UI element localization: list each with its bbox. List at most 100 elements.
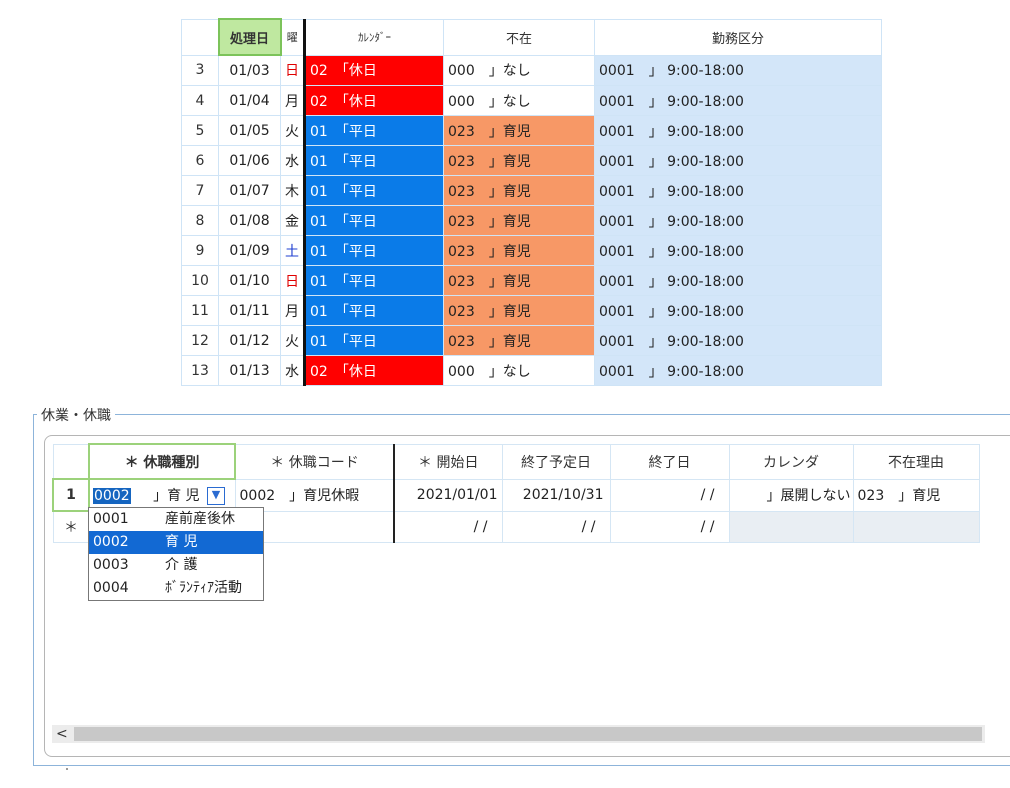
- scrollbar-thumb[interactable]: [74, 727, 982, 741]
- work-category-cell[interactable]: 0001 」 9:00-18:00: [594, 85, 882, 116]
- calendar-column-header[interactable]: カレンダ: [728, 443, 854, 480]
- end-date-column-header[interactable]: 終了日: [609, 443, 730, 480]
- work-category-cell[interactable]: 0001 」 9:00-18:00: [594, 325, 882, 356]
- calendar-cell[interactable]: 01 「平日: [303, 235, 444, 266]
- new-row-header[interactable]: ＊: [52, 510, 90, 543]
- calendar-cell[interactable]: 01 「平日: [303, 325, 444, 356]
- calendar-cell[interactable]: 01 「平日: [303, 295, 444, 326]
- process-date-cell[interactable]: 01/08: [218, 205, 281, 236]
- calendar-row[interactable]: 7 01/07 木 01 「平日 023 」育児 0001 」 9:00-18:00: [181, 175, 882, 206]
- date-column-header[interactable]: 処理日: [217, 18, 282, 56]
- work-category-cell[interactable]: 0001 」 9:00-18:00: [594, 295, 882, 326]
- process-date-cell[interactable]: 01/12: [218, 325, 281, 356]
- absence-cell[interactable]: 023 」育児: [443, 205, 595, 236]
- absence-cell[interactable]: 023 」育児: [443, 325, 595, 356]
- work-category-cell[interactable]: 0001 」 9:00-18:00: [594, 115, 882, 146]
- work-category-cell[interactable]: 0001 」 9:00-18:00: [594, 355, 882, 386]
- start-date-column-header[interactable]: ＊ 開始日: [393, 443, 503, 480]
- leave-type-code-selected[interactable]: 0002: [93, 488, 131, 505]
- weekday-cell[interactable]: 日: [280, 265, 305, 296]
- calendar-cell[interactable]: 01 「平日: [303, 265, 444, 296]
- calendar-row[interactable]: 4 01/04 月 02 「休日 000 」なし 0001 」 9:00-18:00: [181, 85, 882, 116]
- start-date-cell[interactable]: 2021/01/01: [393, 478, 503, 512]
- weekday-cell[interactable]: 水: [280, 145, 305, 176]
- leave-code-column-header[interactable]: ＊ 休職コード: [234, 443, 395, 480]
- process-date-cell[interactable]: 01/06: [218, 145, 281, 176]
- absence-cell[interactable]: 023 」育児: [443, 295, 595, 326]
- planned-end-date-cell[interactable]: 2021/10/31: [501, 478, 611, 512]
- weekday-cell[interactable]: 日: [280, 54, 305, 86]
- row-header-1[interactable]: 1: [52, 478, 90, 512]
- dropdown-option[interactable]: 0002 育 児: [89, 531, 263, 554]
- leave-type-dropdown-list[interactable]: 0001 産前産後休 0002 育 児 0003 介 護 0004 ﾎﾞﾗﾝﾃｨｱ活動: [88, 507, 264, 601]
- process-date-cell[interactable]: 01/10: [218, 265, 281, 296]
- calendar-row[interactable]: 13 01/13 水 02 「休日 000 」なし 0001 」 9:00-18:00: [181, 355, 882, 386]
- calendar-cell[interactable]: 02 「休日: [303, 85, 444, 116]
- planned-end-column-header[interactable]: 終了予定日: [501, 443, 611, 480]
- calendar-row[interactable]: 5 01/05 火 01 「平日 023 」育児 0001 」 9:00-18:00: [181, 115, 882, 146]
- calendar-cell[interactable]: 01 「平日: [303, 205, 444, 236]
- dropdown-option[interactable]: 0004 ﾎﾞﾗﾝﾃｨｱ活動: [89, 577, 263, 600]
- calendar-cell[interactable]: 01 「平日: [303, 175, 444, 206]
- process-date-cell[interactable]: 01/09: [218, 235, 281, 266]
- weekday-cell[interactable]: 月: [280, 295, 305, 326]
- process-date-cell[interactable]: 01/05: [218, 115, 281, 146]
- absence-column-header[interactable]: 不在: [443, 18, 595, 56]
- new-start-date-cell[interactable]: / /: [393, 510, 503, 543]
- process-date-cell[interactable]: 01/11: [218, 295, 281, 326]
- weekday-cell[interactable]: 水: [280, 355, 305, 386]
- calendar-row[interactable]: 10 01/10 日 01 「平日 023 」育児 0001 」 9:00-18:00: [181, 265, 882, 296]
- work-category-cell[interactable]: 0001 」 9:00-18:00: [594, 175, 882, 206]
- work-category-cell[interactable]: 0001 」 9:00-18:00: [594, 235, 882, 266]
- new-planned-end-cell[interactable]: / /: [501, 510, 611, 543]
- calendar-row[interactable]: 11 01/11 月 01 「平日 023 」育児 0001 」 9:00-18:00: [181, 295, 882, 326]
- weekday-cell[interactable]: 火: [280, 325, 305, 356]
- calendar-row[interactable]: 12 01/12 火 01 「平日 023 」育児 0001 」 9:00-18:00: [181, 325, 882, 356]
- work-category-cell[interactable]: 0001 」 9:00-18:00: [594, 265, 882, 296]
- new-reason-cell[interactable]: [852, 510, 980, 543]
- weekday-cell[interactable]: 木: [280, 175, 305, 206]
- calendar-cell[interactable]: 02 「休日: [303, 54, 444, 86]
- calendar-column-header[interactable]: ｶﾚﾝﾀﾞｰ: [303, 18, 444, 56]
- scroll-left-icon[interactable]: <: [56, 725, 68, 743]
- calendar-cell[interactable]: 02 「休日: [303, 355, 444, 386]
- process-date-cell[interactable]: 01/07: [218, 175, 281, 206]
- weekday-cell[interactable]: 土: [280, 235, 305, 266]
- weekday-cell[interactable]: 火: [280, 115, 305, 146]
- absence-reason-column-header[interactable]: 不在理由: [852, 443, 980, 480]
- process-date-cell[interactable]: 01/13: [218, 355, 281, 386]
- absence-cell[interactable]: 000 」なし: [443, 85, 595, 116]
- dropdown-option[interactable]: 0001 産前産後休: [89, 508, 263, 531]
- work-category-cell[interactable]: 0001 」 9:00-18:00: [594, 54, 882, 86]
- absence-cell[interactable]: 000 」なし: [443, 54, 595, 86]
- process-date-cell[interactable]: 01/03: [218, 54, 281, 86]
- new-end-date-cell[interactable]: / /: [609, 510, 730, 543]
- calendar-row[interactable]: 9 01/09 土 01 「平日 023 」育児 0001 」 9:00-18:00: [181, 235, 882, 266]
- process-date-cell[interactable]: 01/04: [218, 85, 281, 116]
- chevron-down-icon[interactable]: ▼: [207, 487, 225, 506]
- work-category-column-header[interactable]: 勤務区分: [594, 18, 882, 56]
- calendar-cell[interactable]: 」展開しない: [728, 478, 854, 512]
- new-calendar-cell[interactable]: [728, 510, 854, 543]
- absence-cell[interactable]: 000 」なし: [443, 355, 595, 386]
- leave-type-column-header[interactable]: ＊ 休職種別: [88, 443, 236, 480]
- calendar-cell[interactable]: 01 「平日: [303, 115, 444, 146]
- work-category-cell[interactable]: 0001 」 9:00-18:00: [594, 205, 882, 236]
- absence-cell[interactable]: 023 」育児: [443, 175, 595, 206]
- weekday-column-header[interactable]: 曜: [280, 18, 305, 56]
- weekday-cell[interactable]: 月: [280, 85, 305, 116]
- absence-cell[interactable]: 023 」育児: [443, 235, 595, 266]
- end-date-cell[interactable]: / /: [609, 478, 730, 512]
- absence-cell[interactable]: 023 」育児: [443, 115, 595, 146]
- calendar-cell[interactable]: 01 「平日: [303, 145, 444, 176]
- absence-cell[interactable]: 023 」育児: [443, 145, 595, 176]
- calendar-row[interactable]: 3 01/03 日 02 「休日 000 」なし 0001 」 9:00-18:00: [181, 54, 882, 86]
- horizontal-scrollbar[interactable]: <: [52, 725, 985, 743]
- absence-reason-cell[interactable]: 023 」育児: [852, 478, 980, 512]
- absence-cell[interactable]: 023 」育児: [443, 265, 595, 296]
- calendar-row[interactable]: 8 01/08 金 01 「平日 023 」育児 0001 」 9:00-18:00: [181, 205, 882, 236]
- calendar-row[interactable]: 6 01/06 水 01 「平日 023 」育児 0001 」 9:00-18:00: [181, 145, 882, 176]
- weekday-cell[interactable]: 金: [280, 205, 305, 236]
- dropdown-option[interactable]: 0003 介 護: [89, 554, 263, 577]
- work-category-cell[interactable]: 0001 」 9:00-18:00: [594, 145, 882, 176]
